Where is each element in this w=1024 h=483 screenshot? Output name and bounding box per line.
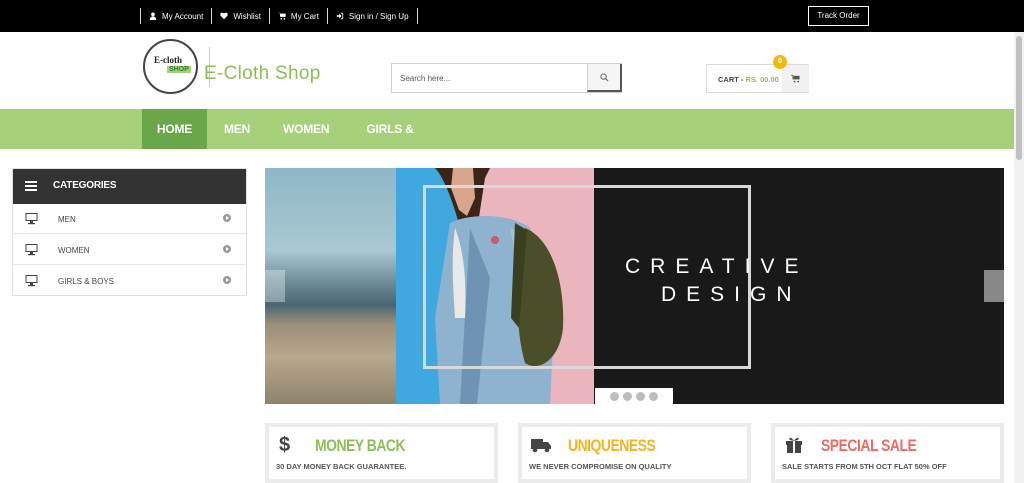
feature-title: SPECIAL SALE (821, 436, 917, 455)
slider-dot[interactable] (636, 391, 645, 401)
feature-title: MONEY BACK (315, 436, 406, 455)
monitor-icon (25, 244, 38, 256)
search-button[interactable] (587, 64, 622, 92)
slide-heading-line1: CREATIVE (625, 255, 809, 278)
cart-label: CART - (718, 75, 746, 84)
hero-slider[interactable]: CREATIVE DESIGN (265, 168, 1004, 404)
gift-icon (786, 437, 802, 453)
feature-title: UNIQUENESS (568, 436, 656, 455)
search-input[interactable] (392, 64, 588, 92)
slider-prev-button[interactable] (265, 270, 285, 302)
my-cart-label: My Cart (290, 11, 319, 21)
nav-home[interactable]: HOME (142, 109, 207, 149)
search-icon (599, 72, 609, 82)
my-account-label: My Account (162, 11, 204, 21)
monitor-icon (25, 213, 38, 225)
feature-special-sale: SPECIAL SALE SALE STARTS FROM 5TH OCT FL… (771, 423, 1004, 483)
sign-in-link[interactable]: Sign in / Sign Up (328, 12, 417, 21)
top-bar: My Account Wishlist My Cart Sign in / Si… (0, 0, 1024, 32)
menu-icon (25, 181, 37, 191)
slider-dot[interactable] (649, 391, 658, 401)
category-label: GIRLS & BOYS (58, 277, 115, 286)
nav-girls-boys[interactable]: GIRLS & BOYS (356, 109, 424, 176)
shopping-cart-icon (791, 74, 800, 83)
slider-next-button[interactable] (984, 270, 1004, 302)
cart-count-badge: 0 (773, 55, 787, 69)
nav-women[interactable]: WOMEN (283, 109, 330, 149)
category-label: MEN (58, 215, 76, 224)
my-account-link[interactable]: My Account (141, 12, 211, 21)
slider-pagination (595, 388, 673, 404)
scrollbar-thumb[interactable] (1016, 36, 1022, 160)
chevron-right-icon (223, 276, 231, 284)
feature-subtitle: WE NEVER COMPROMISE ON QUALITY (529, 462, 672, 471)
search-bar (391, 63, 622, 93)
category-label: WOMEN (58, 246, 90, 255)
category-item-women[interactable]: WOMEN (13, 235, 246, 265)
logo-text-line1: E-cloth (154, 55, 182, 65)
category-item-girls-boys[interactable]: GIRLS & BOYS (13, 266, 246, 296)
categories-title: CATEGORIES (53, 180, 117, 191)
category-item-men[interactable]: MEN (13, 204, 246, 234)
logo-text-line2: SHOP (167, 66, 191, 73)
main-nav: HOME MEN WOMEN GIRLS & BOYS (0, 109, 1014, 176)
wishlist-link[interactable]: Wishlist (212, 12, 269, 21)
logo[interactable]: E-cloth SHOP (143, 39, 198, 94)
page-scrollbar[interactable] (1014, 32, 1024, 483)
track-order-button[interactable]: Track Order (808, 6, 869, 26)
brand-name[interactable]: E-Cloth Shop (204, 63, 321, 85)
top-links: My Account Wishlist My Cart Sign in / Si… (140, 7, 418, 25)
monitor-icon (25, 275, 38, 287)
cart-icon (277, 12, 286, 20)
cart-summary[interactable]: CART - RS. 00.00 (706, 64, 809, 93)
cart-icon-button[interactable] (782, 65, 809, 92)
categories-panel: CATEGORIES MEN WOMEN GIRLS & BOYS (12, 168, 247, 296)
slider-dot[interactable] (610, 391, 619, 401)
feature-uniqueness: UNIQUENESS WE NEVER COMPROMISE ON QUALIT… (518, 423, 751, 483)
wishlist-label: Wishlist (233, 11, 261, 21)
chevron-right-icon (223, 245, 231, 253)
feature-money-back: $ MONEY BACK 30 DAY MONEY BACK GUARANTEE… (265, 423, 498, 483)
slider-dot[interactable] (623, 391, 632, 401)
sign-in-label: Sign in / Sign Up (348, 11, 409, 21)
feature-subtitle: SALE STARTS FROM 5TH OCT FLAT 50% OFF (782, 462, 947, 471)
dollar-icon: $ (279, 434, 290, 455)
svg-text:$: $ (279, 434, 290, 455)
categories-header: CATEGORIES (13, 169, 246, 204)
feature-subtitle: 30 DAY MONEY BACK GUARANTEE. (276, 462, 407, 471)
truck-icon (531, 439, 551, 453)
cart-text: CART - RS. 00.00 (718, 75, 779, 84)
sign-in-icon (336, 12, 344, 20)
slide-heading-line2: DESIGN (661, 283, 802, 306)
chevron-right-icon (223, 214, 231, 222)
heart-icon (220, 12, 229, 20)
cart-price: RS. 00.00 (745, 75, 779, 84)
divider (416, 8, 418, 24)
nav-men[interactable]: MEN (224, 109, 250, 149)
user-icon (149, 12, 157, 20)
my-cart-link[interactable]: My Cart (270, 12, 327, 21)
